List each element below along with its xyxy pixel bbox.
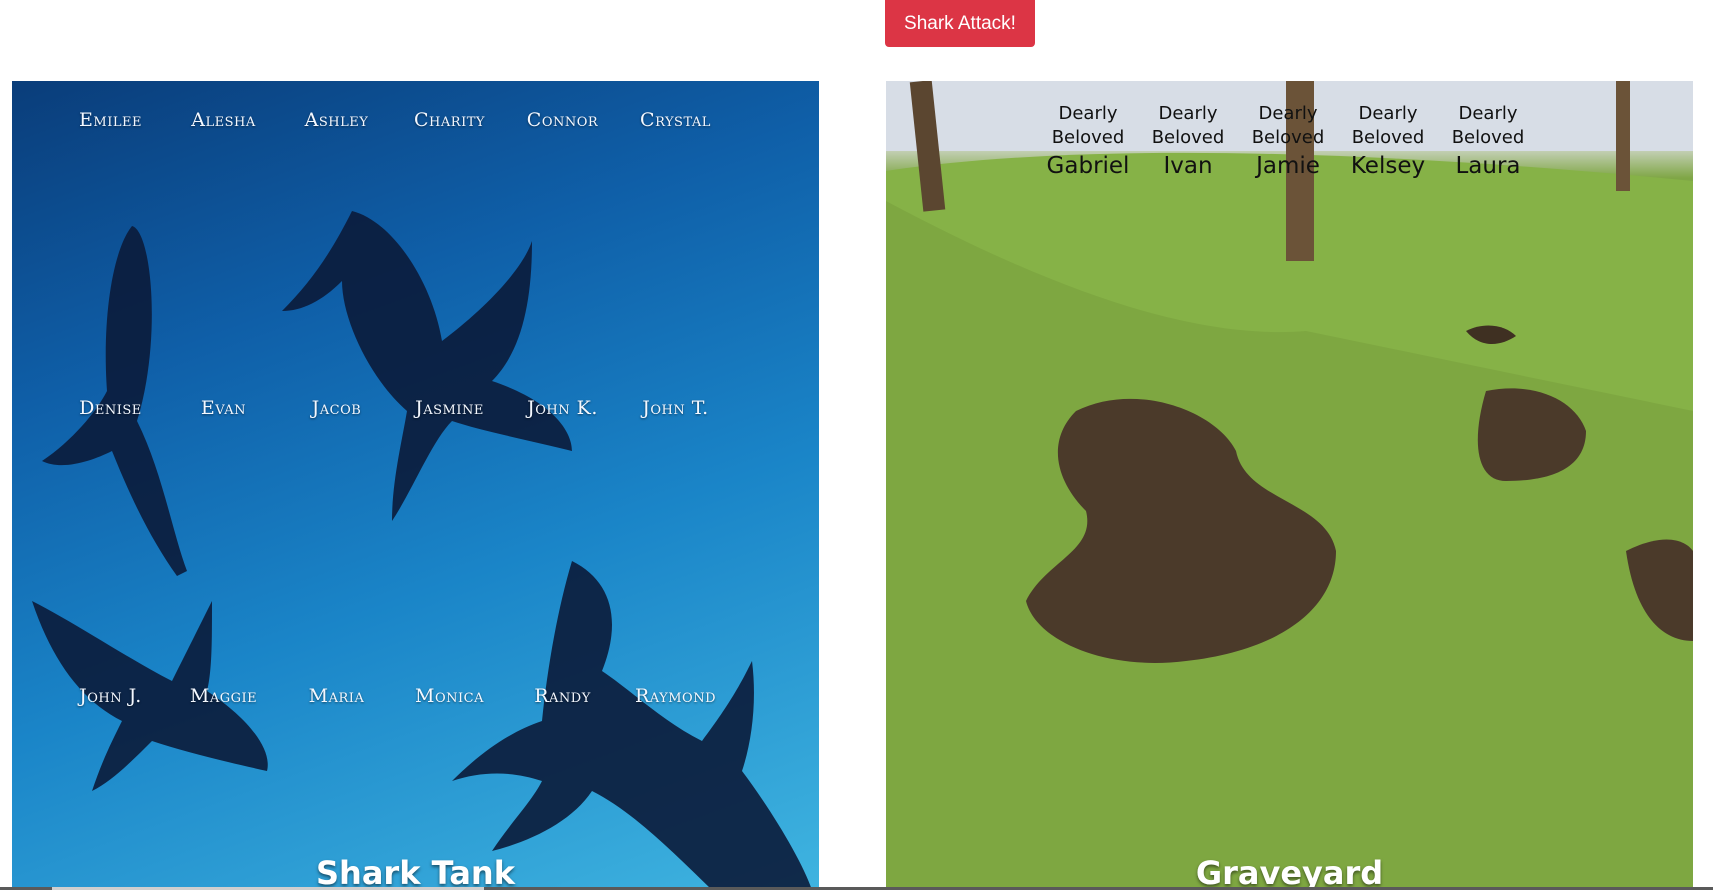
grave-marker[interactable]: Dearly Beloved Gabriel [1038, 102, 1138, 179]
shark-tank-background-image [32, 211, 812, 890]
shark-name[interactable]: Alesha [167, 109, 280, 131]
shark-name[interactable]: Maria [280, 685, 393, 707]
grave-epitaph: Beloved [1351, 127, 1425, 148]
grave-marker[interactable]: Dearly Beloved Jamie [1238, 102, 1338, 179]
grave-epitaph: Dearly [1058, 103, 1118, 124]
shark-name[interactable]: Connor [506, 109, 619, 131]
grave-row: Dearly Beloved Gabriel Dearly Beloved Iv… [1038, 102, 1538, 179]
grave-marker[interactable]: Dearly Beloved Laura [1438, 102, 1538, 179]
grave-epitaph: Beloved [1251, 127, 1325, 148]
shark-name[interactable]: Emilee [54, 109, 167, 131]
grave-marker[interactable]: Dearly Beloved Kelsey [1338, 102, 1438, 179]
shark-tank-panel: Emilee Alesha Ashley Charity Connor Crys… [12, 81, 819, 890]
graveyard-background-image [886, 81, 1693, 890]
grave-epitaph: Dearly [1358, 103, 1418, 124]
shark-silhouette [282, 211, 572, 521]
shark-name[interactable]: Ashley [280, 109, 393, 131]
shark-name[interactable]: Jasmine [393, 397, 506, 419]
grave-epitaph: Dearly [1158, 103, 1218, 124]
grave-epitaph: Beloved [1451, 127, 1525, 148]
graveyard-panel: Dearly Beloved Gabriel Dearly Beloved Iv… [886, 81, 1693, 890]
shark-name[interactable]: Crystal [619, 109, 732, 131]
grave-name: Jamie [1256, 153, 1320, 179]
shark-name[interactable]: Jacob [280, 397, 393, 419]
shark-name[interactable]: Maggie [167, 685, 280, 707]
shark-name[interactable]: John T. [619, 397, 732, 419]
grave-marker[interactable]: Dearly Beloved Ivan [1138, 102, 1238, 179]
shark-name[interactable]: John J. [54, 685, 167, 707]
grave-epitaph: Beloved [1151, 127, 1225, 148]
shark-name[interactable]: Monica [393, 685, 506, 707]
shark-name-row: John J. Maggie Maria Monica Randy Raymon… [54, 685, 732, 707]
shark-tank-title: Shark Tank [316, 854, 515, 890]
grave-name: Ivan [1163, 153, 1213, 179]
shark-name[interactable]: Raymond [619, 685, 732, 707]
grave-name: Gabriel [1046, 153, 1130, 179]
grave-epitaph: Dearly [1458, 103, 1518, 124]
shark-silhouette [452, 561, 812, 890]
shark-name[interactable]: Randy [506, 685, 619, 707]
graveyard-title: Graveyard [1195, 854, 1384, 890]
shark-name[interactable]: Evan [167, 397, 280, 419]
grave-epitaph: Beloved [1051, 127, 1125, 148]
shark-name-row: Emilee Alesha Ashley Charity Connor Crys… [54, 109, 732, 131]
shark-name-row: Denise Evan Jacob Jasmine John K. John T… [54, 397, 732, 419]
grave-epitaph: Dearly [1258, 103, 1318, 124]
grave-name: Kelsey [1350, 153, 1426, 179]
shark-name[interactable]: Charity [393, 109, 506, 131]
shark-attack-button[interactable]: Shark Attack! [885, 0, 1035, 47]
shark-name[interactable]: John K. [506, 397, 619, 419]
grave-name: Laura [1455, 153, 1521, 179]
shark-name[interactable]: Denise [54, 397, 167, 419]
